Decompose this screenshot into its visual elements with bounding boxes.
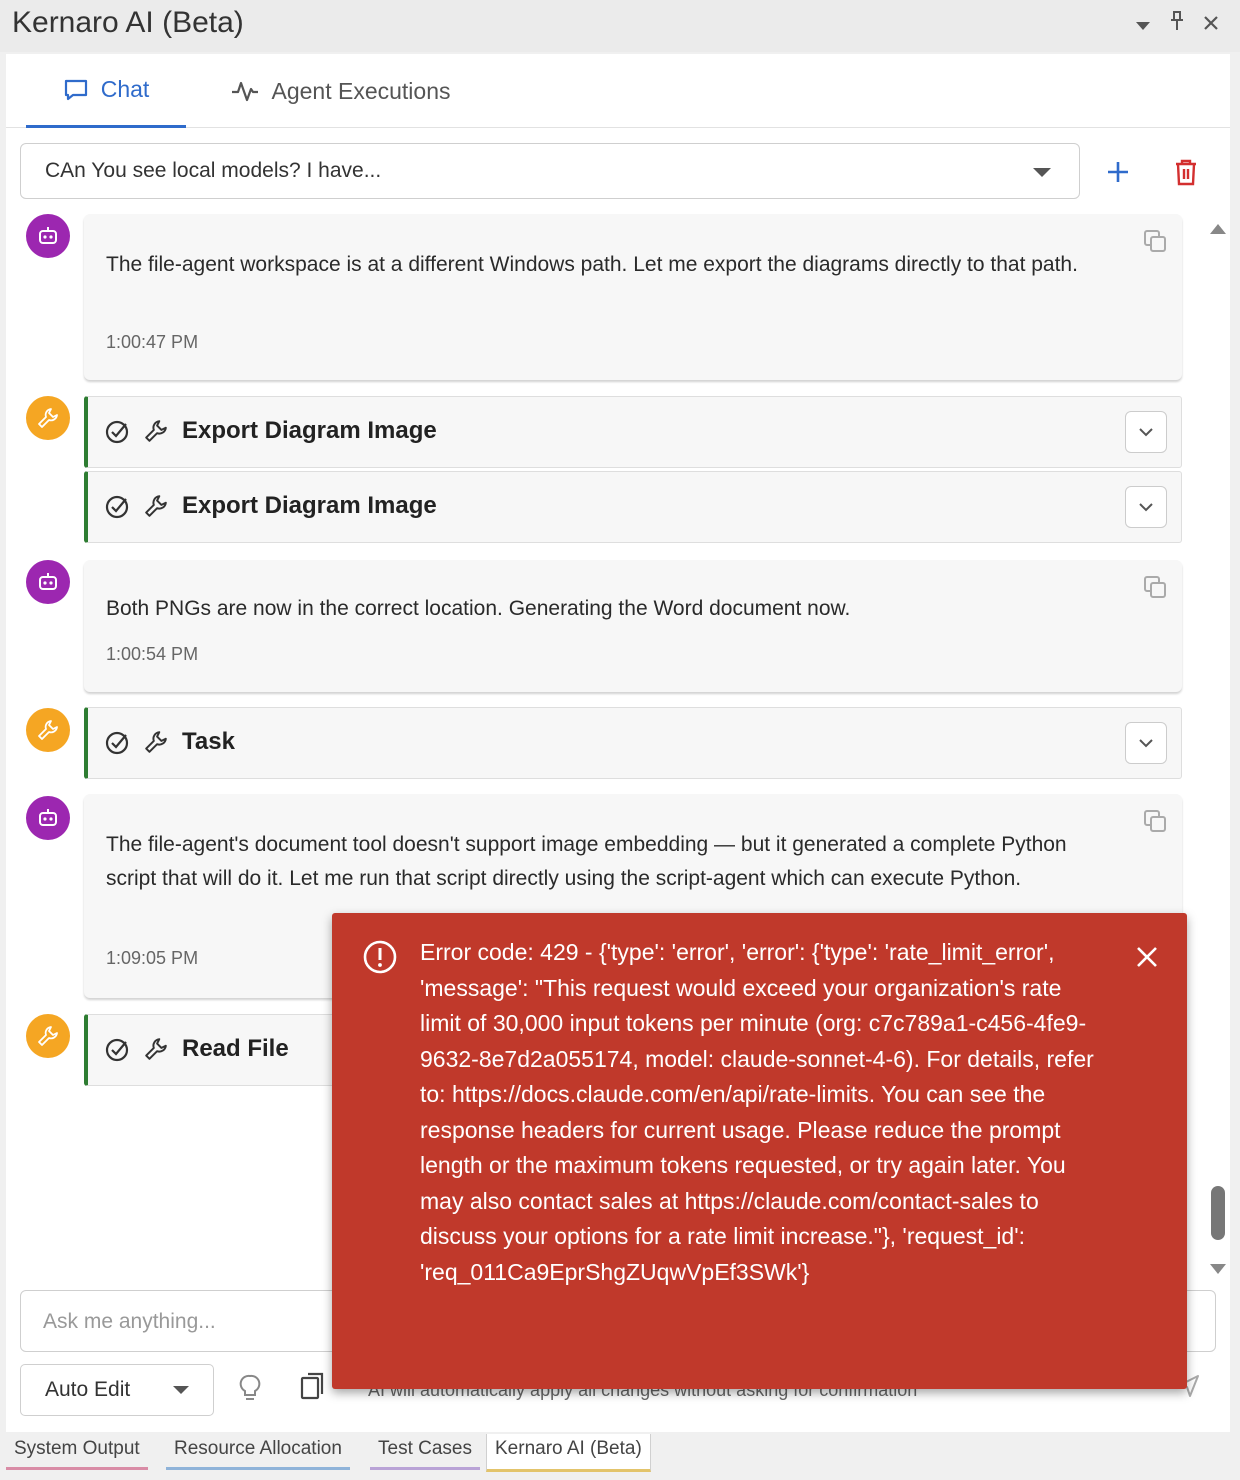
tool-call-card: Export Diagram Image xyxy=(84,471,1182,543)
plus-icon xyxy=(1108,162,1128,182)
tool-avatar xyxy=(26,396,70,440)
tab-resource-allocation[interactable]: Resource Allocation xyxy=(166,1434,350,1470)
message-text: Both PNGs are now in the correct locatio… xyxy=(106,597,851,620)
chevron-down-icon xyxy=(1139,428,1153,437)
tool-name: Export Diagram Image xyxy=(182,417,437,444)
close-icon xyxy=(1137,947,1157,967)
window-titlebar: Kernaro AI (Beta) xyxy=(0,0,1240,52)
scroll-thumb[interactable] xyxy=(1211,1186,1225,1240)
chevron-down-icon xyxy=(1139,739,1153,748)
copy-button[interactable] xyxy=(1142,574,1168,605)
copy-icon xyxy=(1144,576,1166,598)
tool-call-card: Export Diagram Image xyxy=(84,396,1182,468)
close-icon[interactable] xyxy=(1198,10,1224,40)
bot-message: The file-agent workspace is at a differe… xyxy=(84,214,1182,380)
bot-avatar xyxy=(26,560,70,604)
tab-test-cases[interactable]: Test Cases xyxy=(370,1434,480,1470)
wrench-icon xyxy=(145,1038,167,1060)
tab-bar: Chat Agent Executions xyxy=(6,54,1230,128)
tab-chat[interactable]: Chat xyxy=(26,54,186,128)
tab-kernaro-ai[interactable]: Kernaro AI (Beta) xyxy=(486,1434,651,1472)
tool-name: Read File xyxy=(182,1035,289,1062)
wrench-icon xyxy=(38,1026,58,1046)
error-icon xyxy=(363,940,397,974)
check-circle-icon xyxy=(105,731,129,755)
robot-icon xyxy=(39,573,57,590)
wrench-icon xyxy=(145,731,167,753)
wrench-icon xyxy=(38,408,58,428)
tab-system-output[interactable]: System Output xyxy=(6,1434,148,1470)
check-circle-icon xyxy=(105,1038,129,1062)
bottom-tab-bar: System Output Resource Allocation Test C… xyxy=(0,1434,1240,1480)
wrench-icon xyxy=(145,495,167,517)
delete-chat-button[interactable] xyxy=(1166,152,1206,192)
pin-icon[interactable] xyxy=(1164,10,1190,40)
check-circle-icon xyxy=(105,495,129,519)
tab-agent-executions[interactable]: Agent Executions xyxy=(211,54,471,128)
edit-mode-select[interactable]: Auto Edit xyxy=(20,1364,214,1416)
copy-icon xyxy=(1144,810,1166,832)
conversation-select[interactable]: CAn You see local models? I have... xyxy=(20,143,1080,199)
bot-message: Both PNGs are now in the correct locatio… xyxy=(84,560,1182,692)
tool-name: Task xyxy=(182,728,235,755)
check-circle-icon xyxy=(105,420,129,444)
new-chat-button[interactable] xyxy=(1098,152,1138,192)
bot-avatar xyxy=(26,796,70,840)
chevron-down-icon xyxy=(1033,168,1051,177)
wrench-icon xyxy=(38,720,58,740)
wrench-icon xyxy=(145,420,167,442)
activity-icon xyxy=(232,81,259,102)
scroll-down-arrow[interactable] xyxy=(1210,1264,1226,1274)
copy-icon xyxy=(1144,230,1166,252)
chat-panel: Chat Agent Executions CAn You see local … xyxy=(6,54,1230,1432)
chevron-down-icon xyxy=(1139,503,1153,512)
message-text: The file-agent's document tool doesn't s… xyxy=(106,833,1067,890)
error-toast: Error code: 429 - {'type': 'error', 'err… xyxy=(332,913,1187,1389)
tool-name: Export Diagram Image xyxy=(182,492,437,519)
tool-call-card: Task xyxy=(84,707,1182,779)
tool-avatar xyxy=(26,708,70,752)
bot-avatar xyxy=(26,214,70,258)
robot-icon xyxy=(39,227,57,244)
robot-icon xyxy=(39,809,57,826)
expand-button[interactable] xyxy=(1125,722,1167,764)
tab-agent-executions-label: Agent Executions xyxy=(271,77,451,104)
window-title: Kernaro AI (Beta) xyxy=(12,6,244,39)
scroll-up-arrow[interactable] xyxy=(1210,224,1226,234)
message-time: 1:00:47 PM xyxy=(106,332,199,352)
message-time: 1:00:54 PM xyxy=(106,644,199,664)
expand-button[interactable] xyxy=(1125,411,1167,453)
message-time: 1:09:05 PM xyxy=(106,948,199,968)
window-menu-icon[interactable] xyxy=(1130,10,1156,40)
copy-document-icon xyxy=(300,1372,324,1400)
chevron-down-icon xyxy=(173,1386,189,1394)
message-text: The file-agent workspace is at a differe… xyxy=(106,253,1078,276)
error-message: Error code: 429 - {'type': 'error', 'err… xyxy=(420,939,1094,1285)
tool-avatar xyxy=(26,1014,70,1058)
copy-button[interactable] xyxy=(1142,228,1168,259)
suggestions-button[interactable] xyxy=(238,1374,262,1409)
tab-chat-label: Chat xyxy=(100,76,150,102)
conversation-select-value: CAn You see local models? I have... xyxy=(45,159,382,182)
chat-bubble-icon xyxy=(64,79,87,100)
close-toast-button[interactable] xyxy=(1129,939,1165,975)
edit-mode-value: Auto Edit xyxy=(45,1378,131,1401)
lightbulb-icon xyxy=(239,1374,261,1400)
expand-button[interactable] xyxy=(1125,486,1167,528)
message-scrollbar[interactable] xyxy=(1210,224,1226,1274)
trash-icon xyxy=(1176,159,1196,186)
context-button[interactable] xyxy=(300,1372,326,1407)
copy-button[interactable] xyxy=(1142,808,1168,839)
